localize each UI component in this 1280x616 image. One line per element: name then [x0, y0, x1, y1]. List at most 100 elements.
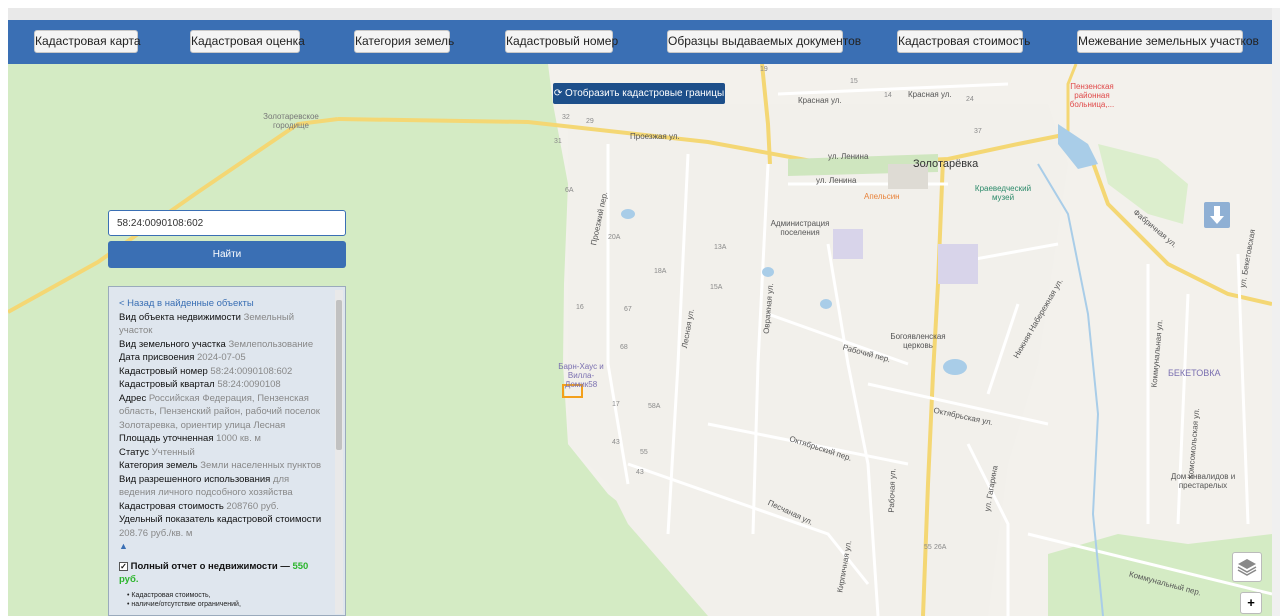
info-row-land-type: Вид земельного участка Землепользование: [119, 338, 325, 352]
info-value: 2024-07-05: [197, 352, 246, 363]
top-line: [8, 8, 1272, 20]
house-number: 43: [612, 439, 620, 446]
nav-cadastral-cost[interactable]: Кадастровая стоимость: [897, 30, 1030, 53]
info-value: Земли населенных пунктов: [200, 460, 322, 471]
info-key: Кадастровый квартал: [119, 379, 215, 390]
info-key: Площадь уточненная: [119, 433, 214, 444]
report-item: • наличие/отсутствие ограничений,: [127, 600, 241, 608]
poi-hospital[interactable]: Пензенская районная больница,...: [1064, 82, 1120, 109]
nav-document-samples[interactable]: Образцы выдаваемых документов: [667, 30, 861, 53]
pond-4: [820, 299, 832, 309]
street-lenina: ул. Ленина: [828, 152, 869, 161]
house-number: 24: [966, 96, 974, 103]
house-number: 20А: [608, 234, 621, 241]
right-edge: [1272, 8, 1280, 616]
info-value: 208760 руб.: [226, 500, 279, 512]
collapse-toggle-icon[interactable]: ▲: [119, 540, 325, 554]
info-value: 208.76 руб./кв. м: [119, 527, 193, 539]
street-krasnaya: Красная ул.: [798, 96, 842, 105]
info-value: Учтенный: [151, 446, 195, 458]
info-row-cadastral-number: Кадастровый номер 58:24:0090108:602: [119, 365, 325, 379]
info-key: Кадастровая стоимость: [119, 500, 224, 512]
poi-barn-house[interactable]: Барн-Хаус и Вилла-Домик58: [556, 362, 606, 389]
info-row-permitted-use: Вид разрешенного использования для веден…: [119, 473, 325, 500]
info-row-land-category: Категория земель Земли населенных пункто…: [119, 459, 325, 473]
find-button[interactable]: Найти: [108, 241, 346, 268]
full-report-option[interactable]: ✓ Полный отчет о недвижимости — 550 руб.: [119, 560, 325, 587]
info-row-specific-cost: Удельный показатель кадастровой стоимост…: [119, 513, 325, 540]
street-lenina-2: ул. Ленина: [816, 176, 857, 185]
house-number: 19: [760, 66, 768, 73]
show-cadastral-boundaries-button[interactable]: ⟳ Отобразить кадастровые границы: [553, 83, 725, 104]
nav-cadastral-valuation[interactable]: Кадастровая оценка: [190, 30, 305, 53]
house-number: 16: [576, 304, 584, 311]
info-panel-scrollbar[interactable]: [335, 290, 343, 614]
info-panel-scroll-thumb[interactable]: [336, 300, 342, 450]
town-label: Золотарёвка: [913, 158, 979, 170]
poi-apelsin[interactable]: Апельсин: [864, 192, 900, 201]
pond-1: [762, 267, 774, 277]
house-number: 55: [640, 449, 648, 456]
zoom-in-button[interactable]: +: [1240, 592, 1262, 614]
object-info-content: < Назад в найденные объекты Вид объекта …: [119, 297, 325, 609]
house-number: 29: [586, 118, 594, 125]
poi-admin[interactable]: Администрация поселения: [768, 219, 832, 237]
refresh-icon: ⟳: [553, 88, 565, 99]
info-key: Удельный показатель кадастровой стоимост…: [119, 514, 322, 525]
building-school: [938, 244, 978, 284]
nav-land-category[interactable]: Категория земель: [354, 30, 454, 53]
down-arrow-button[interactable]: [1204, 202, 1230, 228]
layers-icon: [1237, 559, 1257, 576]
back-to-results-link[interactable]: < Назад в найденные объекты: [119, 297, 325, 311]
street-rabochaya: Рабочая ул.: [886, 468, 898, 513]
house-number: 67: [624, 306, 632, 313]
street-proezzhaya: Проезжая ул.: [630, 132, 680, 141]
report-item: • Кадастровая стоимость,: [127, 591, 211, 599]
info-value: Землепользование: [228, 338, 314, 350]
checkbox-icon[interactable]: ✓: [119, 561, 128, 571]
house-number: 15: [850, 78, 858, 85]
map-view[interactable]: Красная ул. Красная ул. Проезжая ул. ул.…: [8, 64, 1272, 616]
house-number: 43: [636, 469, 644, 476]
nav-land-surveying[interactable]: Межевание земельных участков: [1077, 30, 1259, 53]
report-item-text: наличие/отсутствие ограничений,: [131, 600, 241, 608]
house-number: 26А: [934, 544, 947, 551]
nav-cadastral-map[interactable]: Кадастровая карта: [34, 30, 141, 53]
cadastral-search-input[interactable]: [108, 210, 346, 236]
info-key: Вид разрешенного использования: [119, 473, 271, 485]
report-item-text: Кадастровая стоимость,: [131, 591, 211, 599]
down-arrow-icon: [1210, 206, 1224, 224]
poi-church[interactable]: Богоявленская церковь: [888, 332, 948, 350]
house-number: 18А: [654, 268, 667, 275]
poi-invalid-home[interactable]: Дом инвалидов и престарелых: [1170, 472, 1236, 490]
house-number: 55: [924, 544, 932, 551]
house-number: 13А: [714, 244, 727, 251]
info-value: 58:24:0090108:602: [210, 365, 293, 377]
info-key: Категория земель: [119, 460, 198, 471]
show-cadastral-boundaries-label: Отобразить кадастровые границы: [564, 88, 725, 99]
house-number: 17: [612, 401, 620, 408]
info-key: Вид земельного участка: [119, 338, 226, 350]
house-number: 37: [974, 128, 982, 135]
info-value: 58:24:0090108: [217, 379, 281, 390]
info-key: Адрес: [119, 392, 147, 404]
nav-cadastral-number[interactable]: Кадастровый номер: [505, 30, 618, 53]
info-key: Дата присвоения: [119, 352, 195, 363]
info-row-cadastral-cost: Кадастровая стоимость 208760 руб.: [119, 500, 325, 514]
house-number: 14: [884, 92, 892, 99]
poi-museum[interactable]: Краеведческий музей: [970, 184, 1036, 202]
info-row-area: Площадь уточненная 1000 кв. м: [119, 432, 325, 446]
house-number: 58А: [648, 403, 661, 410]
place-golden-settlement: Золотаревское городище: [263, 112, 319, 130]
house-number: 31: [554, 138, 562, 145]
layers-button[interactable]: [1232, 552, 1262, 582]
top-strip: [0, 0, 1280, 8]
pond-3: [943, 359, 967, 375]
house-number: 32: [562, 114, 570, 121]
district-label-beketovka: БЕКЕТОВКА: [1168, 368, 1221, 378]
info-row-status: Статус Учтенный: [119, 446, 325, 460]
street-krasnaya-2: Красная ул.: [908, 90, 952, 99]
house-number: 15А: [710, 284, 723, 291]
info-row-date: Дата присвоения 2024-07-05: [119, 351, 325, 365]
pond-2: [621, 209, 635, 219]
